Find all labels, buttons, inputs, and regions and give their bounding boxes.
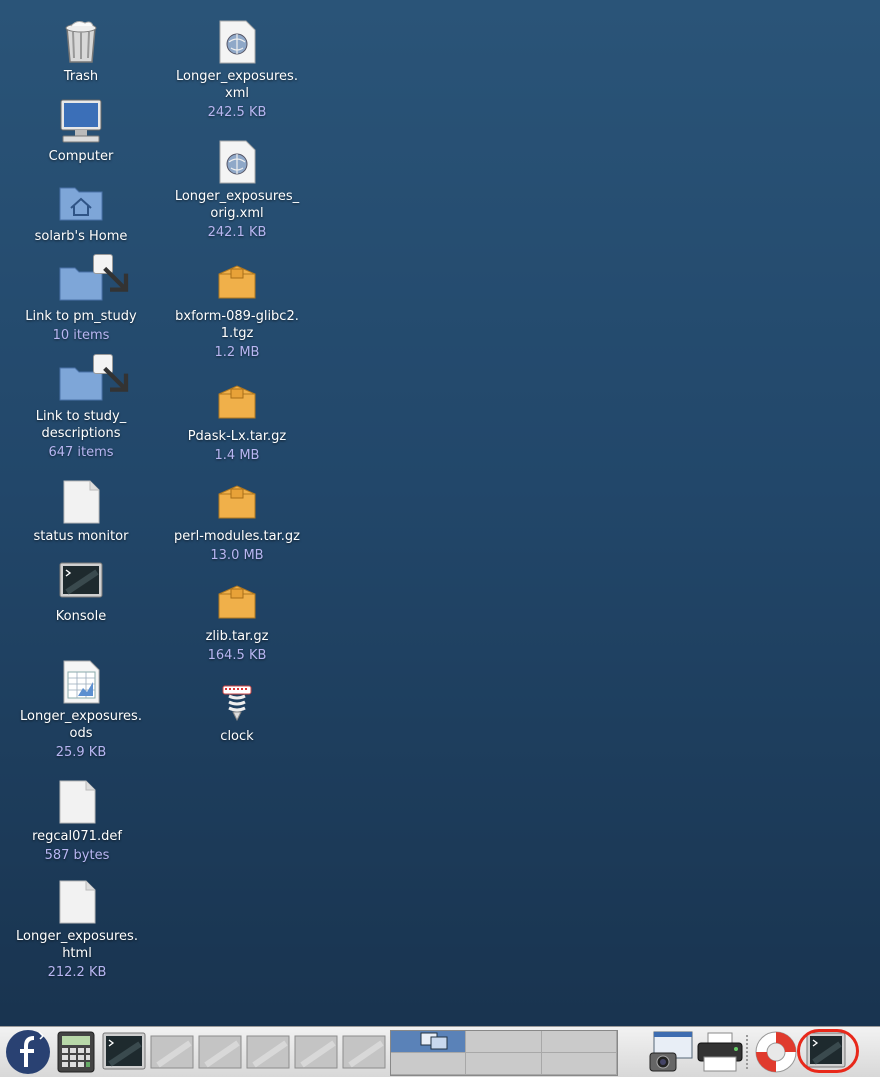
desktop-icon-longer-exposures-orig-xml[interactable]: Longer_exposures_ orig.xml 242.1 KB (172, 138, 302, 241)
folder-link-icon (57, 354, 129, 406)
workspace-5[interactable] (466, 1053, 542, 1075)
document-icon (53, 878, 101, 926)
icon-sublabel: 13.0 MB (210, 548, 264, 563)
icon-label: Longer_exposures. xml (176, 69, 298, 101)
icon-label: Computer (48, 149, 114, 164)
desktop-icon-clock[interactable]: clock (172, 678, 302, 745)
workspace-2[interactable] (466, 1031, 542, 1053)
desktop-icon-bxform-tgz[interactable]: bxform-089-glibc2. 1.tgz 1.2 MB (172, 258, 302, 361)
icon-label: Konsole (55, 609, 107, 624)
screenshot-icon[interactable] (648, 1031, 694, 1073)
icon-sublabel: 212.2 KB (47, 965, 107, 980)
window-icon[interactable] (246, 1035, 290, 1077)
xml-file-icon (213, 18, 261, 66)
terminal-icon[interactable] (102, 1032, 146, 1074)
icon-label: Trash (63, 69, 99, 84)
link-arrow-icon (93, 354, 129, 392)
icon-label: Longer_exposures. ods (20, 709, 142, 741)
archive-icon (213, 258, 261, 306)
home-folder-icon (57, 178, 105, 226)
icon-sublabel: 242.1 KB (207, 225, 267, 240)
folder-link-icon (57, 254, 129, 306)
document-icon (53, 778, 101, 826)
workspace-4[interactable] (391, 1053, 467, 1075)
desktop-icon-trash[interactable]: Trash (16, 18, 146, 85)
icon-label: Longer_exposures_ orig.xml (174, 189, 300, 221)
icon-label: regcal071.def (32, 829, 122, 844)
icon-label: bxform-089-glibc2. 1.tgz (175, 309, 299, 341)
archive-icon (213, 378, 261, 426)
trash-icon (57, 18, 105, 66)
icon-sublabel: 242.5 KB (207, 105, 267, 120)
icon-label: Longer_exposures. html (16, 929, 138, 961)
desktop-icon-status-monitor[interactable]: status monitor (16, 478, 146, 545)
icon-label: zlib.tar.gz (205, 629, 269, 644)
desktop-icon-link-pm-study[interactable]: Link to pm_study 10 items (16, 254, 146, 344)
document-icon (57, 478, 105, 526)
desktop-icon-konsole[interactable]: Konsole (16, 558, 146, 625)
icon-sublabel: 25.9 KB (55, 745, 107, 760)
archive-icon (213, 578, 261, 626)
desktop-icon-link-study-descriptions[interactable]: Link to study_ descriptions 647 items (16, 354, 146, 461)
icon-sublabel: 1.4 MB (214, 448, 260, 463)
icon-label: Link to pm_study (25, 309, 137, 324)
window-icon[interactable] (342, 1035, 386, 1077)
workspace-6[interactable] (541, 1053, 617, 1075)
window-icon[interactable] (294, 1035, 338, 1077)
icon-label: solarb's Home (34, 229, 128, 244)
icon-sublabel: 587 bytes (44, 848, 110, 863)
printer-icon[interactable] (696, 1031, 744, 1073)
icon-label: perl-modules.tar.gz (174, 529, 300, 544)
icon-label: Pdask-Lx.tar.gz (187, 429, 287, 444)
desktop-icon-pdask-tar-gz[interactable]: Pdask-Lx.tar.gz 1.4 MB (172, 378, 302, 464)
desktop-icon-computer[interactable]: Computer (16, 98, 146, 165)
icon-sublabel: 164.5 KB (207, 648, 267, 663)
taskbar (0, 1026, 880, 1077)
icon-label: clock (220, 729, 254, 744)
terminal-icon (57, 558, 105, 606)
workspace-3[interactable] (541, 1031, 617, 1053)
icon-label: status monitor (33, 529, 129, 544)
desktop-icon-longer-exposures-ods[interactable]: Longer_exposures. ods 25.9 KB (16, 658, 146, 761)
panel-handle[interactable] (746, 1035, 752, 1069)
icon-label: Link to study_ descriptions (35, 409, 127, 441)
workspace-1[interactable] (391, 1031, 467, 1053)
desktop-icon-longer-exposures-html[interactable]: Longer_exposures. html 212.2 KB (12, 878, 142, 981)
clock-icon (213, 678, 261, 726)
workspace-pager[interactable] (390, 1030, 618, 1076)
calculator-icon[interactable] (56, 1031, 96, 1073)
desktop-icon-perl-modules-tar-gz[interactable]: perl-modules.tar.gz 13.0 MB (172, 478, 302, 564)
computer-icon (57, 98, 105, 146)
window-icon[interactable] (150, 1035, 194, 1077)
link-arrow-icon (93, 254, 129, 292)
desktop-icon-zlib-tar-gz[interactable]: zlib.tar.gz 164.5 KB (172, 578, 302, 664)
icon-sublabel: 647 items (48, 445, 114, 460)
help-icon[interactable] (754, 1030, 798, 1073)
xml-file-icon (213, 138, 261, 186)
icon-sublabel: 10 items (52, 328, 110, 343)
fedora-logo-icon[interactable] (4, 1029, 52, 1074)
archive-icon (213, 478, 261, 526)
highlight-ring (797, 1029, 859, 1073)
desktop-icon-longer-exposures-xml[interactable]: Longer_exposures. xml 242.5 KB (172, 18, 302, 121)
window-icon[interactable] (198, 1035, 242, 1077)
desktop-icon-home[interactable]: solarb's Home (16, 178, 146, 245)
desktop: Trash Computer solarb's Home Link to pm_… (0, 0, 880, 1026)
spreadsheet-icon (57, 658, 105, 706)
desktop-icon-regcal071-def[interactable]: regcal071.def 587 bytes (12, 778, 142, 864)
icon-sublabel: 1.2 MB (214, 345, 260, 360)
